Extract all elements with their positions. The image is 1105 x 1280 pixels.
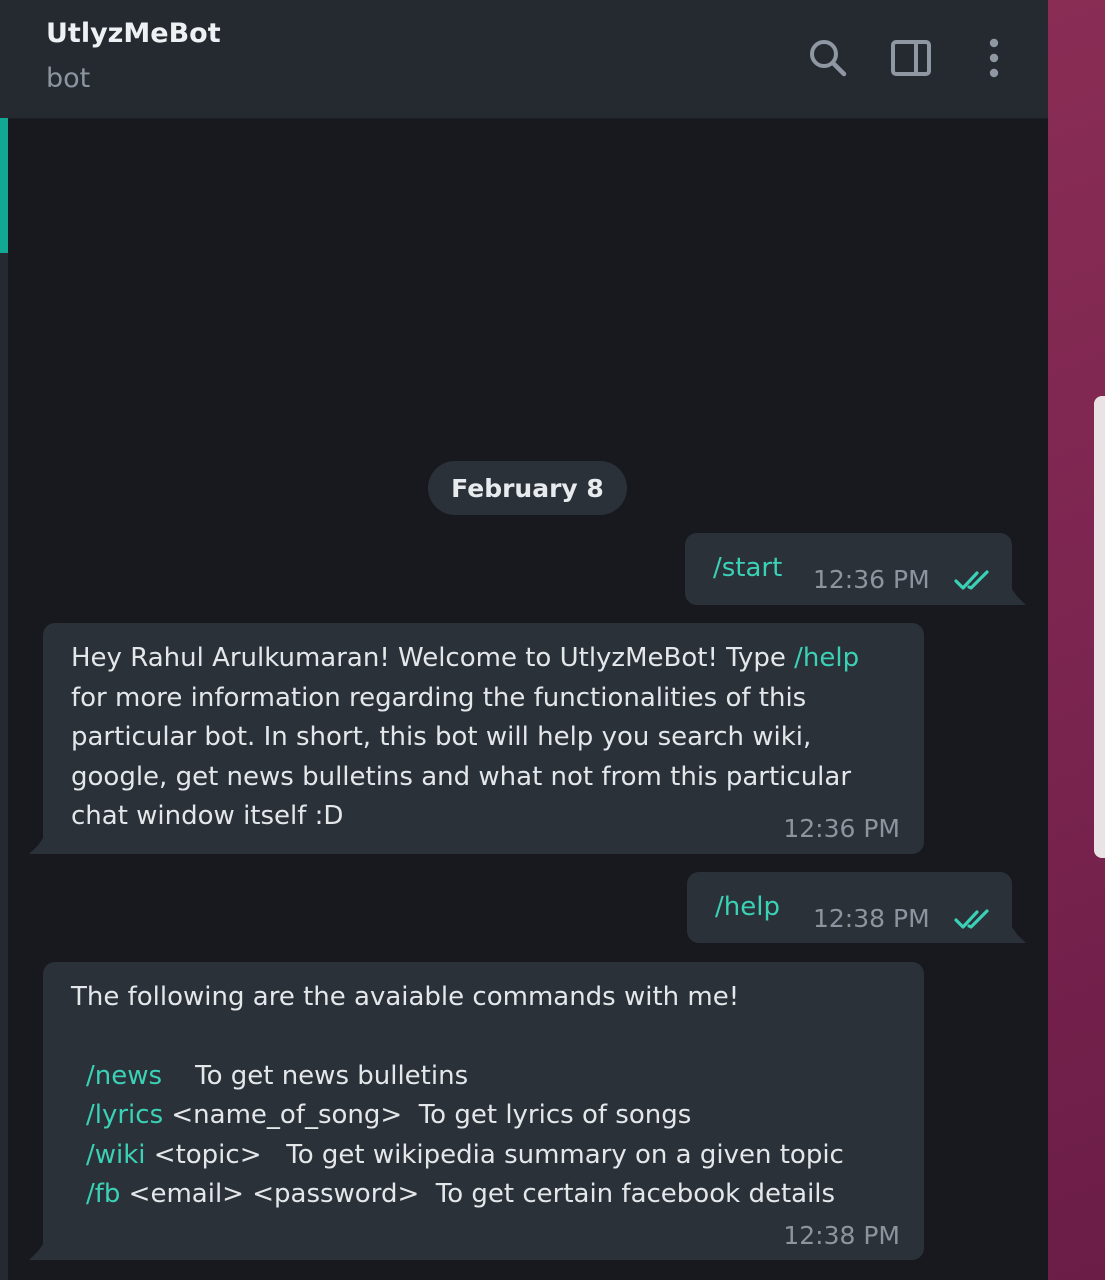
more-vertical-icon: [989, 38, 999, 78]
outgoing-message[interactable]: /help 12:38 PM: [687, 872, 1012, 943]
incoming-message[interactable]: The following are the avaiable commands …: [43, 962, 924, 1260]
message-command-link[interactable]: /help: [715, 888, 780, 928]
command-description: To get news bulletins: [162, 1061, 469, 1091]
news-command-link[interactable]: /news: [86, 1061, 162, 1091]
more-options-button[interactable]: [970, 34, 1018, 82]
sidebar-toggle-icon: [891, 40, 931, 76]
bubble-tail: [29, 838, 43, 854]
lyrics-command-link[interactable]: /lyrics: [86, 1100, 163, 1130]
message-line: Hey Rahul Arulkumaran! Welcome to UtlyzM…: [71, 639, 859, 679]
incoming-message[interactable]: Hey Rahul Arulkumaran! Welcome to UtlyzM…: [43, 623, 924, 854]
chat-window: UtlyzMeBot bot February 8 /start 12:36 P…: [0, 0, 1048, 1280]
date-separator: February 8: [428, 461, 627, 515]
message-time: 12:36 PM: [783, 814, 900, 843]
wiki-command-link[interactable]: /wiki: [86, 1140, 146, 1170]
message-line: The following are the avaiable commands …: [71, 982, 740, 1012]
command-description: <name_of_song> To get lyrics of songs: [163, 1100, 692, 1130]
message-line: google, get news bulletins and what not …: [71, 762, 852, 792]
message-line: for more information regarding the funct…: [71, 683, 807, 713]
message-command-link[interactable]: /start: [713, 549, 782, 589]
command-description: <email> <password> To get certain facebo…: [120, 1179, 836, 1209]
command-line: /news To get news bulletins: [86, 1057, 468, 1097]
help-command-link[interactable]: /help: [794, 643, 859, 673]
desktop-background: [1048, 0, 1105, 1280]
scroll-indicator[interactable]: [0, 118, 8, 253]
message-line: chat window itself :D: [71, 801, 344, 831]
bubble-tail: [1012, 589, 1026, 605]
search-button[interactable]: [804, 34, 852, 82]
chat-subtitle: bot: [46, 63, 91, 94]
bubble-tail: [29, 1244, 43, 1260]
message-line: particular bot. In short, this bot will …: [71, 722, 812, 752]
search-icon: [810, 40, 847, 77]
chat-header: UtlyzMeBot bot: [8, 0, 1048, 119]
double-check-icon: [953, 907, 995, 931]
bubble-tail: [1012, 927, 1026, 943]
message-time: 12:38 PM: [813, 904, 930, 933]
command-line: /wiki <topic> To get wikipedia summary o…: [86, 1136, 844, 1176]
message-time: 12:36 PM: [813, 565, 930, 594]
double-check-icon: [953, 568, 995, 592]
message-text: Hey Rahul Arulkumaran! Welcome to UtlyzM…: [71, 643, 795, 673]
command-description: <topic> To get wikipedia summary on a gi…: [145, 1140, 844, 1170]
message-time: 12:38 PM: [783, 1221, 900, 1250]
command-line: /lyrics <name_of_song> To get lyrics of …: [86, 1096, 691, 1136]
command-line: /fb <email> <password> To get certain fa…: [86, 1175, 835, 1215]
background-window-edge: [1094, 396, 1105, 858]
fb-command-link[interactable]: /fb: [86, 1179, 120, 1209]
sidebar-toggle-button[interactable]: [887, 34, 935, 82]
chat-title[interactable]: UtlyzMeBot: [46, 18, 221, 49]
outgoing-message[interactable]: /start 12:36 PM: [685, 533, 1012, 605]
